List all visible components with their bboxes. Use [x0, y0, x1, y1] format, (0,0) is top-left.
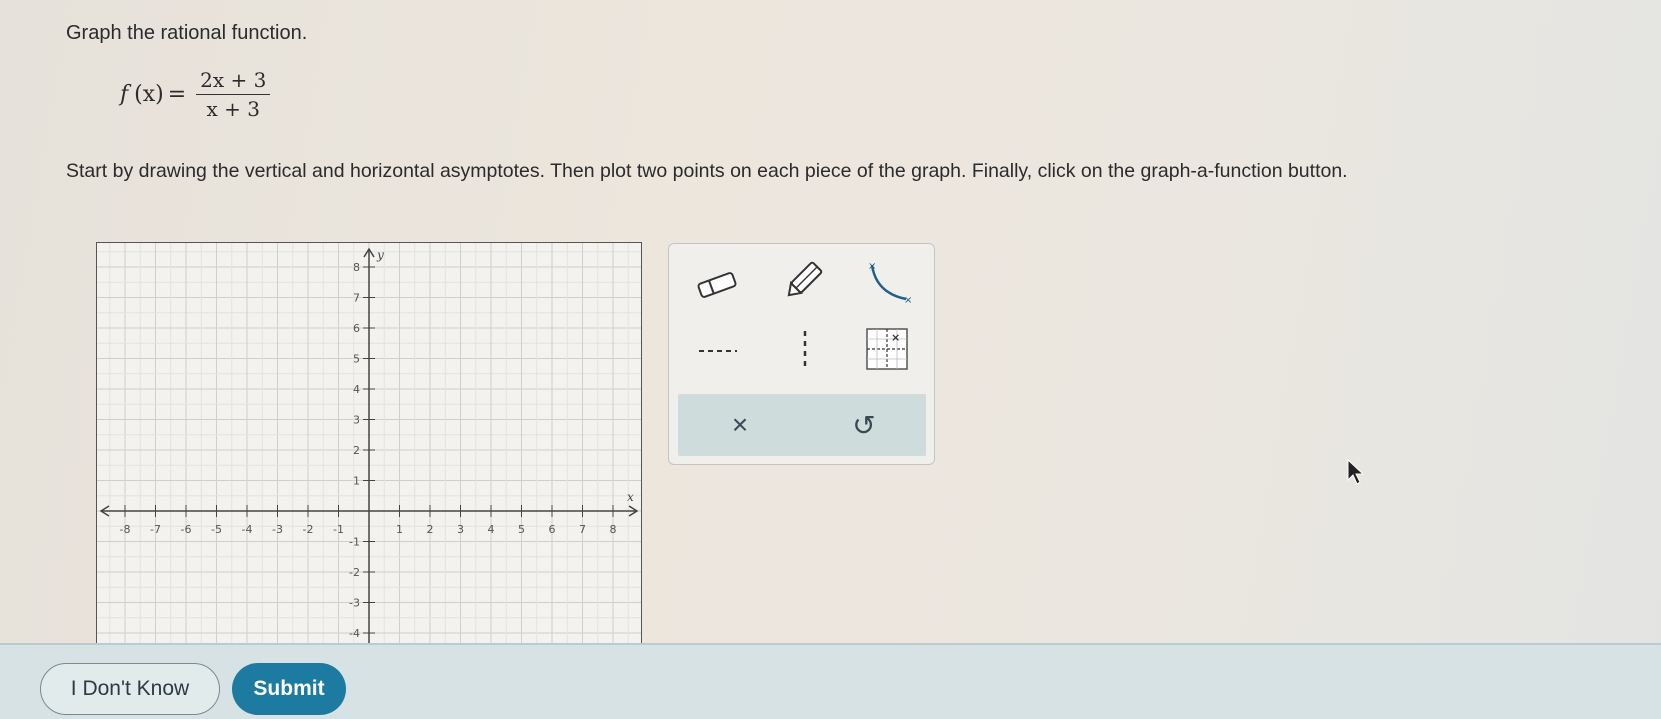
horizontal-asymptote-tool[interactable] [691, 328, 743, 374]
pencil-icon [787, 261, 823, 297]
fraction: 2x + 3 x + 3 [196, 68, 271, 121]
question-prompt: Graph the rational function. [66, 22, 308, 44]
svg-text:×: × [904, 295, 912, 303]
dont-know-button[interactable]: I Don't Know [40, 663, 220, 715]
undo-icon: ↺ [852, 409, 876, 441]
function-formula: f (x) = 2x + 3 x + 3 [120, 68, 271, 121]
x-axis-label: x [627, 490, 634, 504]
x-tick-label: -7 [150, 523, 161, 536]
x-tick-label: -3 [272, 523, 283, 536]
denominator: x + 3 [206, 97, 261, 121]
mouse-cursor-icon [1347, 458, 1365, 485]
y-tick-label: 1 [353, 475, 360, 488]
y-tick-label: -4 [349, 627, 360, 640]
y-tick-label: 4 [353, 383, 360, 396]
y-tick-label: -3 [349, 597, 360, 610]
x-tick-label: 7 [579, 523, 586, 536]
undo-button[interactable]: ↺ [802, 394, 926, 456]
asymptote-grid-tool[interactable]: × [861, 326, 913, 372]
x-tick-label: -5 [211, 523, 222, 536]
clear-button[interactable]: × [678, 394, 802, 456]
tool-action-bar: × ↺ [678, 394, 926, 456]
coordinate-grid[interactable]: x y -8 -7 -6 -5 -4 -3 -2 -1 1 2 3 4 5 6 7 8 8 7 6 5 4 3 2 1 -1 -2 -3… [97, 243, 641, 643]
y-tick-label: 8 [353, 261, 360, 274]
grid-point-icon: × [866, 328, 908, 370]
x-tick-label: -2 [303, 523, 314, 536]
y-tick-label: 5 [353, 353, 360, 366]
x-tick-label: 8 [610, 523, 617, 536]
y-tick-label: 3 [353, 414, 360, 427]
svg-text:×: × [868, 261, 876, 272]
graph-toolbox: × × × × ↺ [668, 243, 935, 465]
numerator: 2x + 3 [196, 68, 271, 95]
x-tick-label: -4 [242, 523, 253, 536]
x-tick-label: -1 [333, 523, 344, 536]
x-tick-label: -8 [120, 523, 131, 536]
y-tick-label: -1 [349, 536, 360, 549]
function-argument: (x) [134, 82, 164, 107]
x-tick-label: 2 [427, 523, 434, 536]
vertical-dashed-line-icon [803, 331, 807, 369]
vertical-asymptote-tool[interactable] [779, 326, 831, 372]
equals-sign: = [167, 82, 187, 107]
submit-button[interactable]: Submit [232, 663, 346, 715]
x-tick-label: 5 [518, 523, 525, 536]
eraser-tool[interactable] [691, 262, 743, 308]
function-name: f [120, 82, 129, 107]
y-tick-label: 2 [353, 444, 360, 457]
graph-function-tool[interactable]: × × [861, 258, 913, 304]
eraser-icon [697, 272, 737, 298]
curve-icon: × × [868, 261, 912, 303]
pencil-tool[interactable] [777, 258, 829, 304]
footer-bar: I Don't Know Submit [0, 643, 1661, 719]
y-axis-label: y [376, 248, 384, 262]
close-icon: × [731, 409, 749, 440]
x-tick-label: -6 [181, 523, 192, 536]
graph-canvas[interactable]: x y -8 -7 -6 -5 -4 -3 -2 -1 1 2 3 4 5 6 7 8 8 7 6 5 4 3 2 1 -1 -2 -3… [96, 242, 642, 643]
x-tick-label: 3 [457, 523, 464, 536]
y-tick-label: 6 [353, 322, 360, 335]
y-tick-label: -2 [349, 566, 360, 579]
instructions: Start by drawing the vertical and horizo… [66, 160, 1348, 182]
y-tick-label: 7 [353, 292, 360, 305]
svg-text:×: × [891, 331, 900, 344]
horizontal-dashed-line-icon [699, 350, 737, 352]
x-tick-label: 1 [396, 523, 403, 536]
x-tick-label: 4 [488, 523, 495, 536]
x-tick-label: 6 [549, 523, 556, 536]
